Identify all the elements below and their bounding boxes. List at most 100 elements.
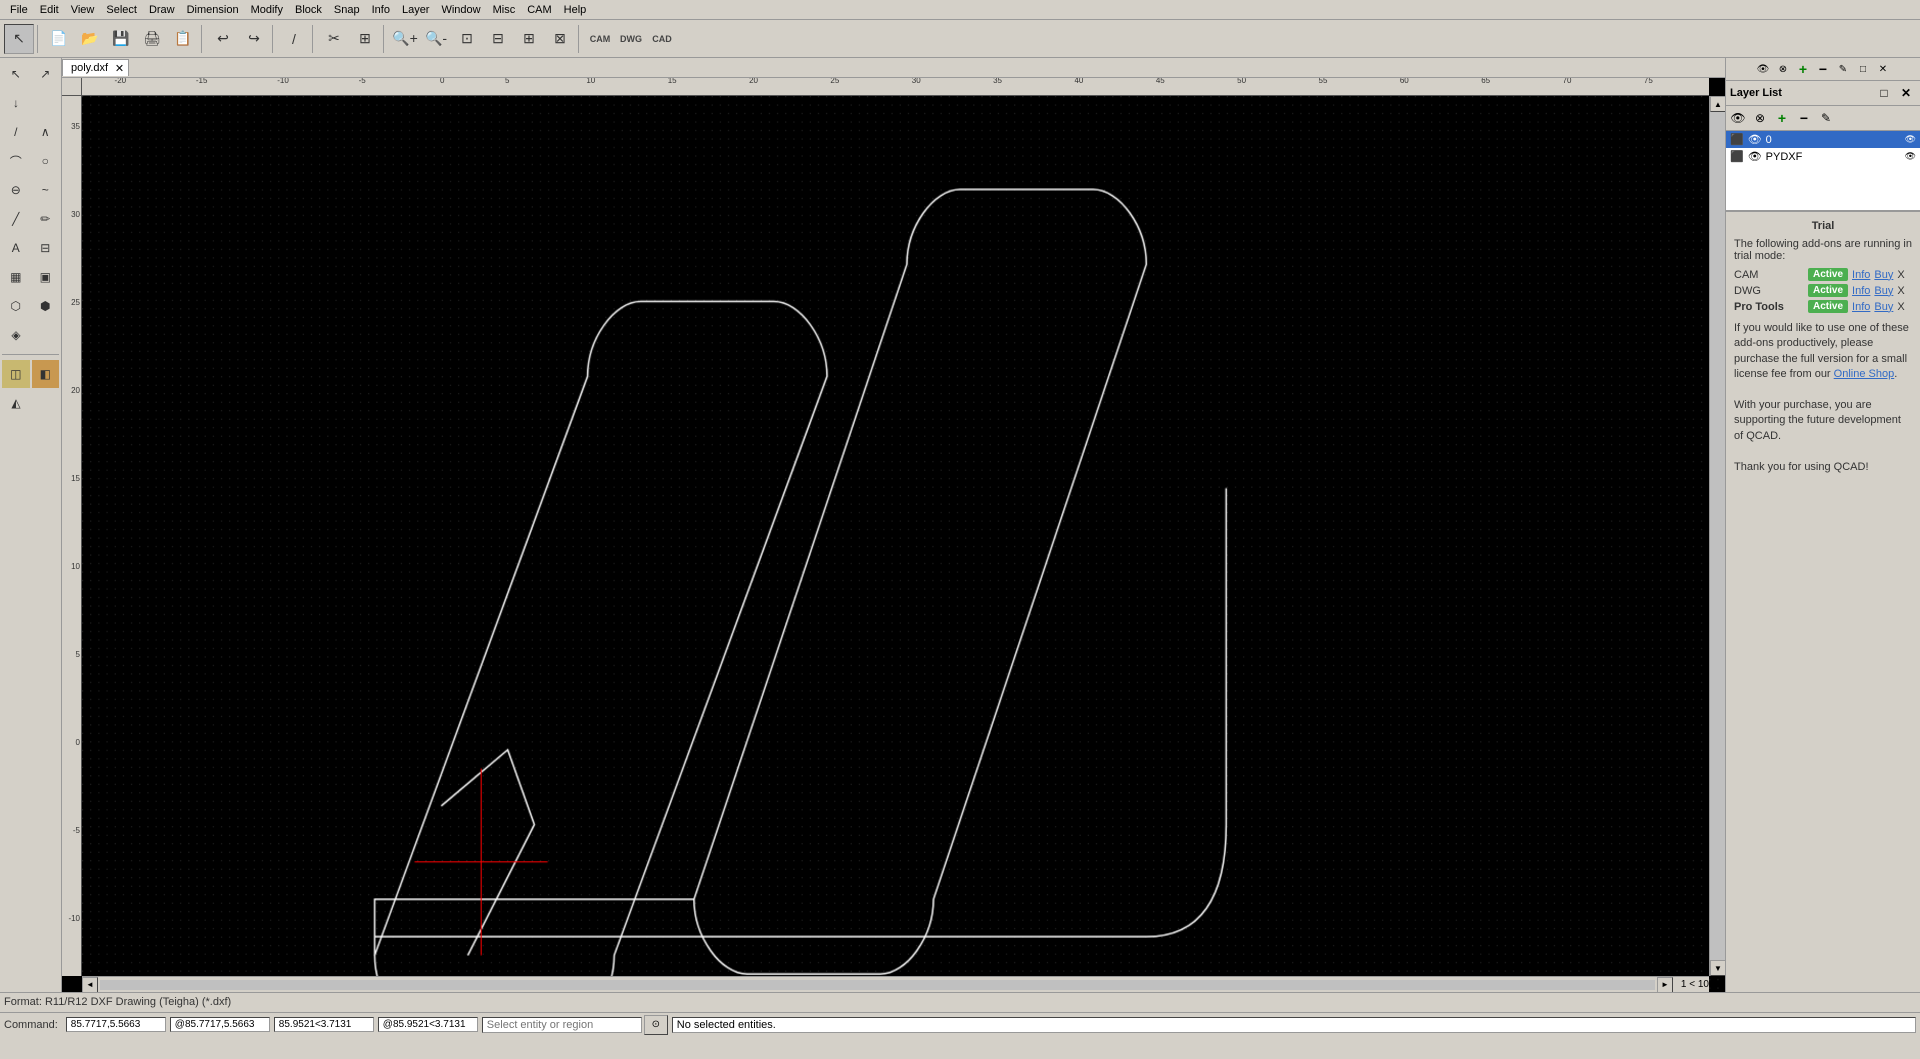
menu-snap[interactable]: Snap <box>328 2 366 18</box>
line2-btn[interactable]: ╱ <box>2 205 30 233</box>
zoom-window-btn[interactable]: ⊞ <box>514 24 544 54</box>
addon-buy-cam[interactable]: Buy <box>1874 269 1893 281</box>
rvt-maximize[interactable]: □ <box>1854 60 1872 78</box>
cad-btn[interactable]: CAD <box>647 24 677 54</box>
menu-misc[interactable]: Misc <box>487 2 522 18</box>
layer-eye-all-btn[interactable]: 👁 <box>1728 108 1748 128</box>
menu-cam[interactable]: CAM <box>521 2 557 18</box>
layer-maximize-btn[interactable]: □ <box>1874 83 1894 103</box>
text-btn[interactable]: A <box>2 234 30 262</box>
menu-select[interactable]: Select <box>100 2 143 18</box>
layer-edit-btn[interactable]: ✎ <box>1816 108 1836 128</box>
layer-eye-pydxf[interactable]: 👁 <box>1748 150 1762 163</box>
cut-btn[interactable]: ✂ <box>319 24 349 54</box>
zoom-in-btn[interactable]: 🔍+ <box>390 24 420 54</box>
redo-btn[interactable]: ↪ <box>239 24 269 54</box>
tool5-btn[interactable]: ◈ <box>2 321 30 349</box>
copy-btn[interactable]: ⊞ <box>350 24 380 54</box>
menu-file[interactable]: File <box>4 2 34 18</box>
cam-btn[interactable]: CAM <box>585 24 615 54</box>
freehand-btn[interactable]: ✏ <box>32 205 60 233</box>
select-tool-btn[interactable]: ↖ <box>4 24 34 54</box>
undo-btn[interactable]: ↩ <box>208 24 238 54</box>
layer-eye-0[interactable]: 👁 <box>1748 133 1762 146</box>
layer-add-btn[interactable]: + <box>1772 108 1792 128</box>
tool3-btn[interactable]: ⬡ <box>2 292 30 320</box>
status-btn[interactable]: ⊙ <box>644 1015 668 1035</box>
trial-online-shop[interactable]: Online Shop <box>1834 368 1895 380</box>
layer-item-0[interactable]: ⬛ 👁 0 👁 <box>1726 131 1920 148</box>
rvt-remove[interactable]: − <box>1814 60 1832 78</box>
canvas-container[interactable]: poly.dxf ✕ -20 -15 -10 -5 0 5 10 15 20 2… <box>62 58 1725 992</box>
prop-btn[interactable]: ◫ <box>2 360 30 388</box>
rvt-add[interactable]: + <box>1794 60 1812 78</box>
pointer2-btn[interactable]: ↗ <box>32 60 60 88</box>
scroll-track-v[interactable] <box>1710 112 1725 960</box>
tool4-btn[interactable]: ⬢ <box>32 292 60 320</box>
zoom-prev-btn[interactable]: ⊟ <box>483 24 513 54</box>
zoom-out-btn[interactable]: 🔍- <box>421 24 451 54</box>
pointer-btn[interactable]: ↖ <box>2 60 30 88</box>
rvt-btn2[interactable]: ⊗ <box>1774 60 1792 78</box>
save-file-btn[interactable]: 💾 <box>106 24 136 54</box>
spline-btn[interactable]: ~ <box>32 176 60 204</box>
addon-buy-dwg[interactable]: Buy <box>1874 285 1893 297</box>
drawing-canvas[interactable] <box>82 96 1725 992</box>
zoom-sel-btn[interactable]: ⊠ <box>545 24 575 54</box>
menu-layer[interactable]: Layer <box>396 2 436 18</box>
addon-info-dwg[interactable]: Info <box>1852 285 1870 297</box>
dim-btn[interactable]: ⊟ <box>32 234 60 262</box>
down-btn[interactable]: ↓ <box>2 89 30 117</box>
print-preview-btn[interactable]: 📋 <box>168 24 198 54</box>
rvt-close[interactable]: ✕ <box>1874 60 1892 78</box>
menu-block[interactable]: Block <box>289 2 328 18</box>
prop3-btn[interactable]: ◭ <box>2 389 30 417</box>
line-btn[interactable]: / <box>2 118 30 146</box>
open-file-btn[interactable]: 📂 <box>75 24 105 54</box>
prop2-btn[interactable]: ◧ <box>32 360 60 388</box>
layer-item-pydxf[interactable]: ⬛ 👁 PYDXF 👁 <box>1726 148 1920 165</box>
status-command-input[interactable] <box>482 1017 642 1033</box>
menu-dimension[interactable]: Dimension <box>181 2 245 18</box>
arc-btn[interactable]: ⌒ <box>2 147 30 175</box>
scroll-right-btn[interactable]: ► <box>1657 977 1673 993</box>
addon-close-dwg[interactable]: X <box>1897 285 1904 297</box>
file-tab[interactable]: poly.dxf ✕ <box>62 59 129 76</box>
layer-remove-btn[interactable]: − <box>1794 108 1814 128</box>
zoom-fit-btn[interactable]: ⊡ <box>452 24 482 54</box>
menu-edit[interactable]: Edit <box>34 2 65 18</box>
rvt-btn1[interactable]: 👁 <box>1754 60 1772 78</box>
layer-close-btn[interactable]: ✕ <box>1896 83 1916 103</box>
image-btn[interactable]: ▣ <box>32 263 60 291</box>
addon-name-cam: CAM <box>1734 269 1804 281</box>
addon-info-protools[interactable]: Info <box>1852 301 1870 313</box>
rvt-edit[interactable]: ✎ <box>1834 60 1852 78</box>
scroll-up-btn[interactable]: ▲ <box>1710 96 1725 112</box>
ellipse-btn[interactable]: ⊖ <box>2 176 30 204</box>
scroll-down-btn[interactable]: ▼ <box>1710 960 1725 976</box>
addon-info-cam[interactable]: Info <box>1852 269 1870 281</box>
addon-close-protools[interactable]: X <box>1897 301 1904 313</box>
scroll-left-btn[interactable]: ◄ <box>82 977 98 993</box>
menu-window[interactable]: Window <box>435 2 486 18</box>
vscrollbar[interactable]: ▲ ▼ <box>1709 96 1725 976</box>
hatch-btn[interactable]: ▦ <box>2 263 30 291</box>
addon-close-cam[interactable]: X <box>1897 269 1904 281</box>
layer-eye-off-btn[interactable]: ⊗ <box>1750 108 1770 128</box>
new-file-btn[interactable]: 📄 <box>44 24 74 54</box>
polyline-btn[interactable]: ∧ <box>32 118 60 146</box>
restrict-btn[interactable]: / <box>279 24 309 54</box>
menu-view[interactable]: View <box>65 2 101 18</box>
circle-btn[interactable]: ○ <box>32 147 60 175</box>
file-tab-close[interactable]: ✕ <box>115 62 124 75</box>
menu-draw[interactable]: Draw <box>143 2 181 18</box>
menu-help[interactable]: Help <box>558 2 593 18</box>
layer-active-0: 👁 <box>1905 134 1916 145</box>
menu-info[interactable]: Info <box>366 2 396 18</box>
print-btn[interactable]: 🖨 <box>137 24 167 54</box>
scroll-track-h[interactable] <box>100 980 1655 990</box>
dwg-btn[interactable]: DWG <box>616 24 646 54</box>
addon-buy-protools[interactable]: Buy <box>1874 301 1893 313</box>
menu-modify[interactable]: Modify <box>245 2 289 18</box>
hscrollbar[interactable]: ◄ ► 1 < 10 <box>82 976 1709 992</box>
